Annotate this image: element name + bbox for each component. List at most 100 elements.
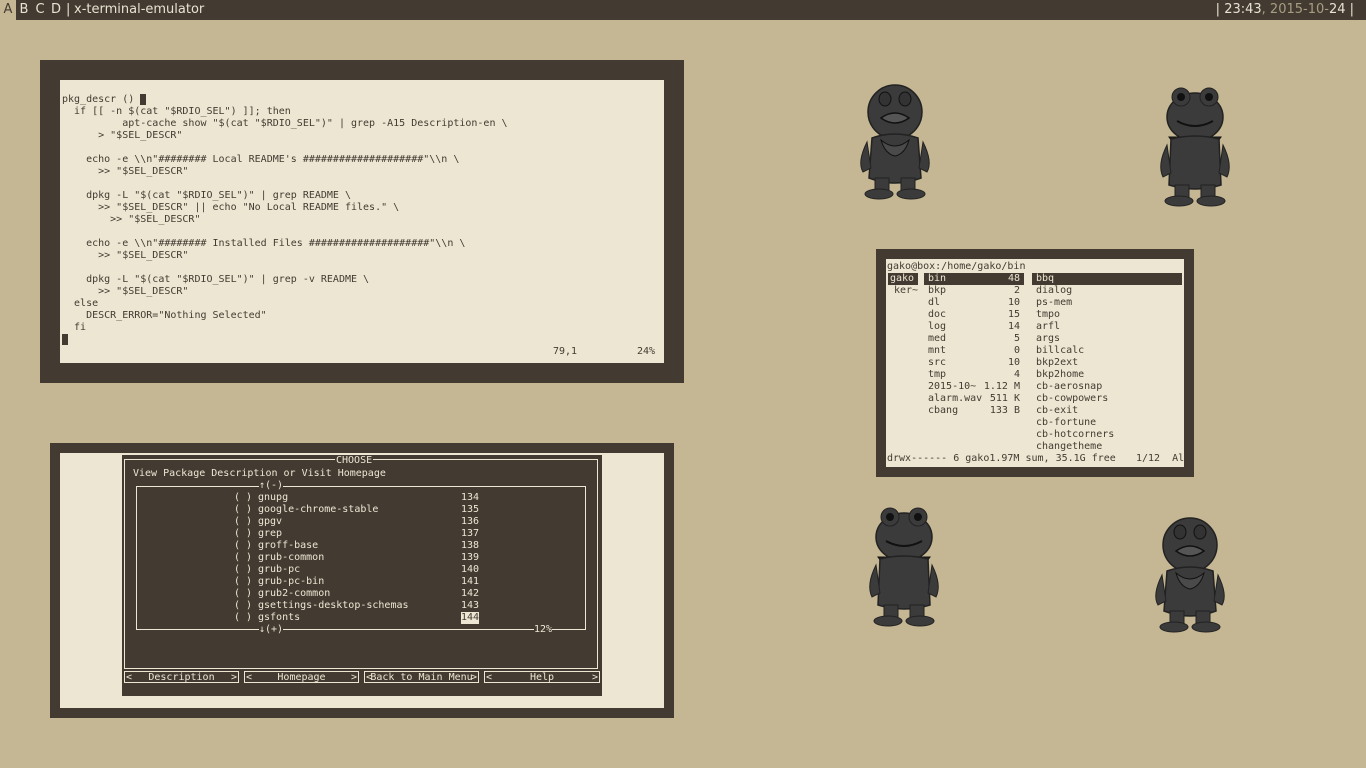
entry-name: log — [928, 321, 947, 332]
package-list-item[interactable]: ( ) grub-pc 140 — [234, 564, 484, 576]
code-line: dpkg -L "$(cat "$RDIO_SEL")" | grep -v R… — [62, 274, 370, 285]
dir-entry[interactable]: bkp 2 — [924, 285, 1024, 297]
file-manager-window[interactable]: gako@box:/home/gako/bin gako ker~ bin 48 bk… — [876, 249, 1194, 477]
dialog-buttons: < Description > < Homepage > < Back to Main M… — [124, 671, 600, 683]
dir-entry[interactable]: doc 15 — [924, 309, 1024, 321]
preview-file-item[interactable]: arfl — [1032, 321, 1182, 333]
package-number: 137 — [461, 528, 480, 539]
duck-mascot-icon — [860, 84, 930, 200]
description-button[interactable]: < Description > — [124, 671, 239, 683]
package-name: gsettings-desktop-schemas — [258, 600, 409, 611]
radio-button[interactable]: ( ) — [234, 564, 252, 575]
workspace-a[interactable]: A — [0, 0, 16, 20]
preview-file-item[interactable]: cb-hotcorners — [1032, 429, 1182, 441]
preview-file-item[interactable]: cb-cowpowers — [1032, 393, 1182, 405]
editor-pane[interactable]: pkg_descr () if [[ -n $(cat "$RDIO_SEL")… — [60, 80, 664, 363]
package-list-item[interactable]: ( ) google-chrome-stable 135 — [234, 504, 484, 516]
preview-file-item[interactable]: args — [1032, 333, 1182, 345]
parent-dir-item[interactable]: ker~ — [888, 285, 918, 297]
editor-window[interactable]: pkg_descr () if [[ -n $(cat "$RDIO_SEL")… — [40, 60, 684, 383]
help-button[interactable]: < Help > — [484, 671, 600, 683]
preview-column[interactable]: bbq dialog ps-mem tmpo arfl args billcalc bkp2e… — [1032, 273, 1182, 453]
workspace-b[interactable]: B — [16, 0, 32, 20]
dir-entry[interactable]: dl 10 — [924, 297, 1024, 309]
dir-entry[interactable]: mnt 0 — [924, 345, 1024, 357]
package-list-item[interactable]: ( ) gnupg 134 — [234, 492, 484, 504]
dir-entry[interactable]: cbang 133 B — [924, 405, 1024, 417]
preview-file-item[interactable]: cb-aerosnap — [1032, 381, 1182, 393]
dir-entry[interactable]: src 10 — [924, 357, 1024, 369]
code-line: >> "$SEL_DESCR" — [62, 250, 189, 261]
parent-dir-item[interactable]: gako — [888, 273, 918, 285]
radio-button[interactable]: ( ) — [234, 540, 252, 551]
radio-button[interactable]: ( ) — [234, 552, 252, 563]
homepage-button[interactable]: < Homepage > — [244, 671, 359, 683]
preview-file-item[interactable]: cb-exit — [1032, 405, 1182, 417]
preview-file-item[interactable]: dialog — [1032, 285, 1182, 297]
radio-button[interactable]: ( ) — [234, 600, 252, 611]
preview-file-item[interactable]: changetheme — [1032, 441, 1182, 453]
package-list-item[interactable]: ( ) groff-base 138 — [234, 540, 484, 552]
entry-name: doc — [928, 309, 947, 320]
radio-button[interactable]: ( ) — [234, 588, 252, 599]
package-list-item[interactable]: ( ) gsettings-desktop-schemas 143 — [234, 600, 484, 612]
code-line: dpkg -L "$(cat "$RDIO_SEL")" | grep READ… — [62, 190, 351, 201]
radio-button[interactable]: ( ) — [234, 516, 252, 527]
parent-column[interactable]: gako ker~ — [888, 273, 918, 297]
code-line: echo -e \\n"######## Local README's ####… — [62, 154, 460, 165]
window-title: x-terminal-emulator — [74, 2, 205, 17]
dir-entry[interactable]: tmp 4 — [924, 369, 1024, 381]
package-list-item[interactable]: ( ) gpgv 136 — [234, 516, 484, 528]
package-number: 136 — [461, 516, 480, 527]
package-number: 141 — [461, 576, 480, 587]
back-to-main-menu-button[interactable]: < Back to Main Menu > — [364, 671, 479, 683]
entry-size: 133 B — [989, 405, 1020, 416]
package-list-item[interactable]: ( ) grub-pc-bin 141 — [234, 576, 484, 588]
code-line: echo -e \\n"######## Installed Files ###… — [62, 238, 466, 249]
dir-entry[interactable]: alarm.wav 511 K — [924, 393, 1024, 405]
title-separator: | — [66, 2, 71, 17]
preview-file-item[interactable]: bkp2home — [1032, 369, 1182, 381]
preview-file-item[interactable]: cb-fortune — [1032, 417, 1182, 429]
package-list-item[interactable]: ( ) grub2-common 142 — [234, 588, 484, 600]
package-list[interactable]: ( ) gnupg 134( ) google-chrome-stable 135( )… — [234, 492, 484, 624]
radio-button[interactable]: ( ) — [234, 612, 252, 623]
radio-button[interactable]: ( ) — [234, 528, 252, 539]
package-name: google-chrome-stable — [258, 504, 379, 515]
entry-size: 0 — [1013, 345, 1020, 356]
editor-text[interactable]: pkg_descr () if [[ -n $(cat "$RDIO_SEL")… — [62, 94, 508, 334]
dir-entry[interactable]: bin 48 — [924, 273, 1024, 285]
workspace-c[interactable]: C — [32, 0, 48, 20]
preview-file-item[interactable]: ps-mem — [1032, 297, 1182, 309]
dialog-prompt: View Package Description or Visit Homepa… — [133, 468, 386, 479]
dir-entry[interactable]: log 14 — [924, 321, 1024, 333]
entry-name: bin — [928, 273, 947, 284]
package-list-item[interactable]: ( ) grub-common 139 — [234, 552, 484, 564]
package-name: gpgv — [258, 516, 283, 527]
preview-file-item[interactable]: bbq — [1032, 273, 1182, 285]
entry-name: cbang — [928, 405, 959, 416]
editor-position: 79,1 — [553, 346, 578, 357]
package-number: 143 — [461, 600, 480, 611]
dir-entry[interactable]: 2015-10~ 1.12 M — [924, 381, 1024, 393]
clock-suffix: | — [1345, 2, 1354, 17]
current-column[interactable]: bin 48 bkp 2 dl 10 doc 15 log 14 med 5 mnt 0 src 10 tmp 4… — [924, 273, 1024, 417]
radio-button[interactable]: ( ) — [234, 576, 252, 587]
package-list-item[interactable]: ( ) gsfonts 144 — [234, 612, 484, 624]
preview-file-item[interactable]: bkp2ext — [1032, 357, 1182, 369]
radio-button[interactable]: ( ) — [234, 492, 252, 503]
dir-entry[interactable]: med 5 — [924, 333, 1024, 345]
package-name: grub2-common — [258, 588, 331, 599]
frog-mascot-icon — [1160, 87, 1230, 207]
dialog-terminal-window[interactable]: CHOOSE View Package Description or Visit… — [50, 443, 674, 718]
editor-cursor — [140, 94, 147, 105]
preview-file-item[interactable]: billcalc — [1032, 345, 1182, 357]
package-list-item[interactable]: ( ) grep 137 — [234, 528, 484, 540]
radio-button[interactable]: ( ) — [234, 504, 252, 515]
entry-size: 10 — [1007, 297, 1020, 308]
workspace-d[interactable]: D — [48, 0, 64, 20]
code-line: DESCR_ERROR="Nothing Selected" — [62, 310, 267, 321]
package-number: 135 — [461, 504, 480, 515]
preview-file-item[interactable]: tmpo — [1032, 309, 1182, 321]
